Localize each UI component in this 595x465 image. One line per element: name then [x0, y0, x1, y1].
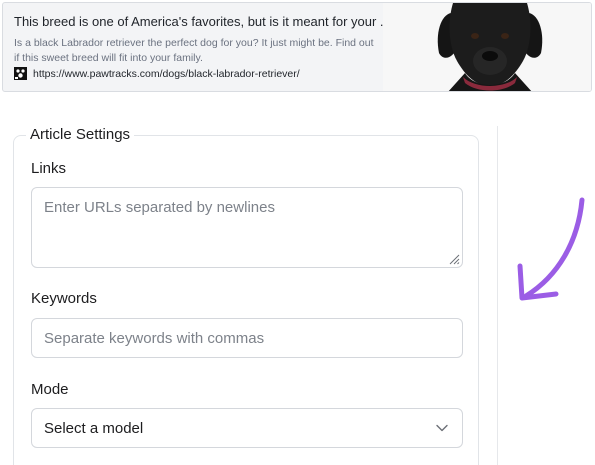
article-settings-legend: Article Settings: [26, 125, 135, 145]
links-label: Links: [31, 160, 67, 177]
links-textarea[interactable]: [31, 187, 463, 268]
preview-title[interactable]: This breed is one of America's favorites…: [14, 14, 391, 30]
mode-select[interactable]: Select a model: [31, 408, 463, 448]
preview-url[interactable]: https://www.pawtracks.com/dogs/black-lab…: [33, 68, 300, 80]
black-labrador-photo: [383, 3, 591, 91]
curved-arrow-icon: [517, 197, 585, 301]
chevron-down-icon: [436, 424, 448, 432]
panel-divider: [497, 126, 498, 465]
preview-description: Is a black Labrador retriever the perfec…: [14, 37, 374, 64]
resize-grip-icon[interactable]: [448, 253, 460, 265]
mode-label: Mode: [31, 381, 69, 398]
preview-text-block: This breed is one of America's favorites…: [14, 14, 391, 66]
mode-select-value: Select a model: [44, 419, 144, 437]
link-preview-card[interactable]: This breed is one of America's favorites…: [2, 2, 592, 92]
keywords-input[interactable]: [31, 318, 463, 358]
pawtracks-favicon-icon: [14, 67, 27, 80]
keywords-label: Keywords: [31, 290, 97, 307]
preview-url-row[interactable]: https://www.pawtracks.com/dogs/black-lab…: [14, 67, 300, 80]
